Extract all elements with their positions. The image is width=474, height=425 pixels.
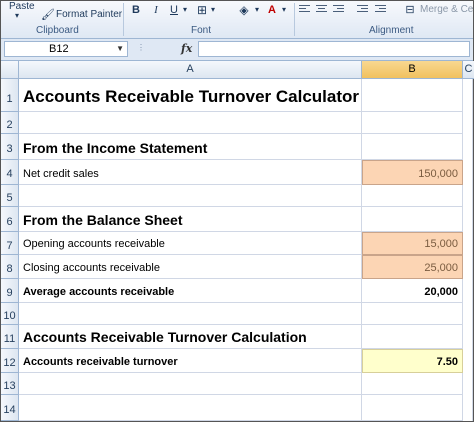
row-header-6[interactable]: 6	[1, 207, 19, 232]
cell-b9-average-value[interactable]: 20,000	[362, 279, 463, 303]
cell-b8-closing-value[interactable]: 25,000	[362, 255, 463, 279]
clipboard-group-label: Clipboard	[36, 25, 79, 36]
ribbon-divider	[123, 3, 124, 36]
increase-indent-icon[interactable]	[375, 5, 386, 14]
cell-b1[interactable]	[362, 79, 463, 112]
format-painter-icon[interactable]: 🖌	[41, 8, 55, 21]
insert-function-button[interactable]: fx	[181, 42, 192, 55]
row-header-7[interactable]: 7	[1, 232, 19, 255]
row-header-8[interactable]: 8	[1, 255, 19, 279]
cell-b5[interactable]	[362, 185, 463, 207]
cell-a14[interactable]	[19, 395, 362, 421]
cell-a9-average-label[interactable]: Average accounts receivable	[19, 279, 362, 303]
format-painter-button[interactable]: Format Painter	[56, 9, 122, 20]
ribbon: Paste ▾ 🖌 Format Painter Clipboard B I U…	[1, 1, 473, 39]
cell-a7-opening-label[interactable]: Opening accounts receivable	[19, 232, 362, 255]
align-left-icon[interactable]	[299, 5, 310, 14]
cell-b11[interactable]	[362, 325, 463, 349]
column-header-c[interactable]: C	[463, 61, 474, 79]
cell-b10[interactable]	[362, 303, 463, 325]
row-header-5[interactable]: 5	[1, 185, 19, 207]
cell-a11-calc-heading[interactable]: Accounts Receivable Turnover Calculation	[19, 325, 362, 349]
cell-a2[interactable]	[19, 112, 362, 134]
cell-a12-turnover-label[interactable]: Accounts receivable turnover	[19, 349, 362, 373]
cell-a1-title[interactable]: Accounts Receivable Turnover Calculator	[19, 79, 362, 112]
row-header-14[interactable]: 14	[1, 395, 19, 421]
cell-b14[interactable]	[362, 395, 463, 421]
merge-center-button[interactable]: Merge & Ce	[420, 4, 473, 15]
row-header-9[interactable]: 9	[1, 279, 19, 303]
name-box-value: B12	[49, 43, 69, 55]
cell-a13[interactable]	[19, 373, 362, 395]
row-header-4[interactable]: 4	[1, 160, 19, 185]
merge-center-icon[interactable]: ⊟	[404, 3, 416, 17]
cell-a10[interactable]	[19, 303, 362, 325]
name-box-dropdown-icon[interactable]: ▼	[116, 42, 124, 56]
decrease-indent-icon[interactable]	[357, 5, 368, 14]
cell-b6[interactable]	[362, 207, 463, 232]
italic-button[interactable]: I	[150, 3, 162, 17]
fill-color-icon[interactable]: ◈	[237, 3, 251, 17]
paste-dropdown-icon[interactable]: ▾	[15, 11, 19, 20]
column-header-a[interactable]: A	[19, 61, 362, 79]
cell-a5[interactable]	[19, 185, 362, 207]
cell-a3-income-heading[interactable]: From the Income Statement	[19, 134, 362, 160]
paste-button[interactable]: Paste	[9, 1, 35, 12]
formula-bar-handle-icon[interactable]: ⋮	[137, 43, 145, 52]
select-all-corner[interactable]	[1, 61, 19, 79]
font-color-icon[interactable]: A	[267, 3, 277, 17]
underline-dropdown-icon[interactable]: ▾	[181, 3, 189, 17]
borders-dropdown-icon[interactable]: ▾	[209, 3, 217, 17]
cell-a8-closing-label[interactable]: Closing accounts receivable	[19, 255, 362, 279]
name-box[interactable]: B12 ▼	[4, 41, 128, 57]
column-c-cells[interactable]	[463, 79, 473, 421]
fill-color-dropdown-icon[interactable]: ▾	[253, 3, 261, 17]
cell-b2[interactable]	[362, 112, 463, 134]
formula-bar: B12 ▼ ⋮ fx	[1, 39, 473, 61]
align-center-icon[interactable]	[316, 5, 327, 14]
formula-input[interactable]	[198, 41, 470, 57]
cell-b3[interactable]	[362, 134, 463, 160]
row-header-2[interactable]: 2	[1, 112, 19, 134]
column-header-b[interactable]: B	[362, 61, 463, 79]
row-header-12[interactable]: 12	[1, 349, 19, 373]
cell-a4-net-credit-sales-label[interactable]: Net credit sales	[19, 160, 362, 185]
bold-button[interactable]: B	[130, 3, 142, 17]
row-header-10[interactable]: 10	[1, 303, 19, 325]
row-header-3[interactable]: 3	[1, 134, 19, 160]
row-header-13[interactable]: 13	[1, 373, 19, 395]
ribbon-divider	[294, 3, 295, 36]
row-header-1[interactable]: 1	[1, 79, 19, 112]
cell-a6-balance-heading[interactable]: From the Balance Sheet	[19, 207, 362, 232]
row-header-11[interactable]: 11	[1, 325, 19, 349]
cell-b7-opening-value[interactable]: 15,000	[362, 232, 463, 255]
font-color-dropdown-icon[interactable]: ▾	[280, 3, 288, 17]
alignment-group-label: Alignment	[369, 25, 414, 36]
cell-b4-net-credit-sales-value[interactable]: 150,000	[362, 160, 463, 185]
font-group-label: Font	[191, 25, 212, 36]
underline-button[interactable]: U	[168, 3, 180, 17]
align-right-icon[interactable]	[333, 5, 344, 14]
cell-b12-turnover-value[interactable]: 7.50	[362, 349, 463, 373]
cell-b13[interactable]	[362, 373, 463, 395]
borders-icon[interactable]: ⊞	[196, 3, 208, 17]
